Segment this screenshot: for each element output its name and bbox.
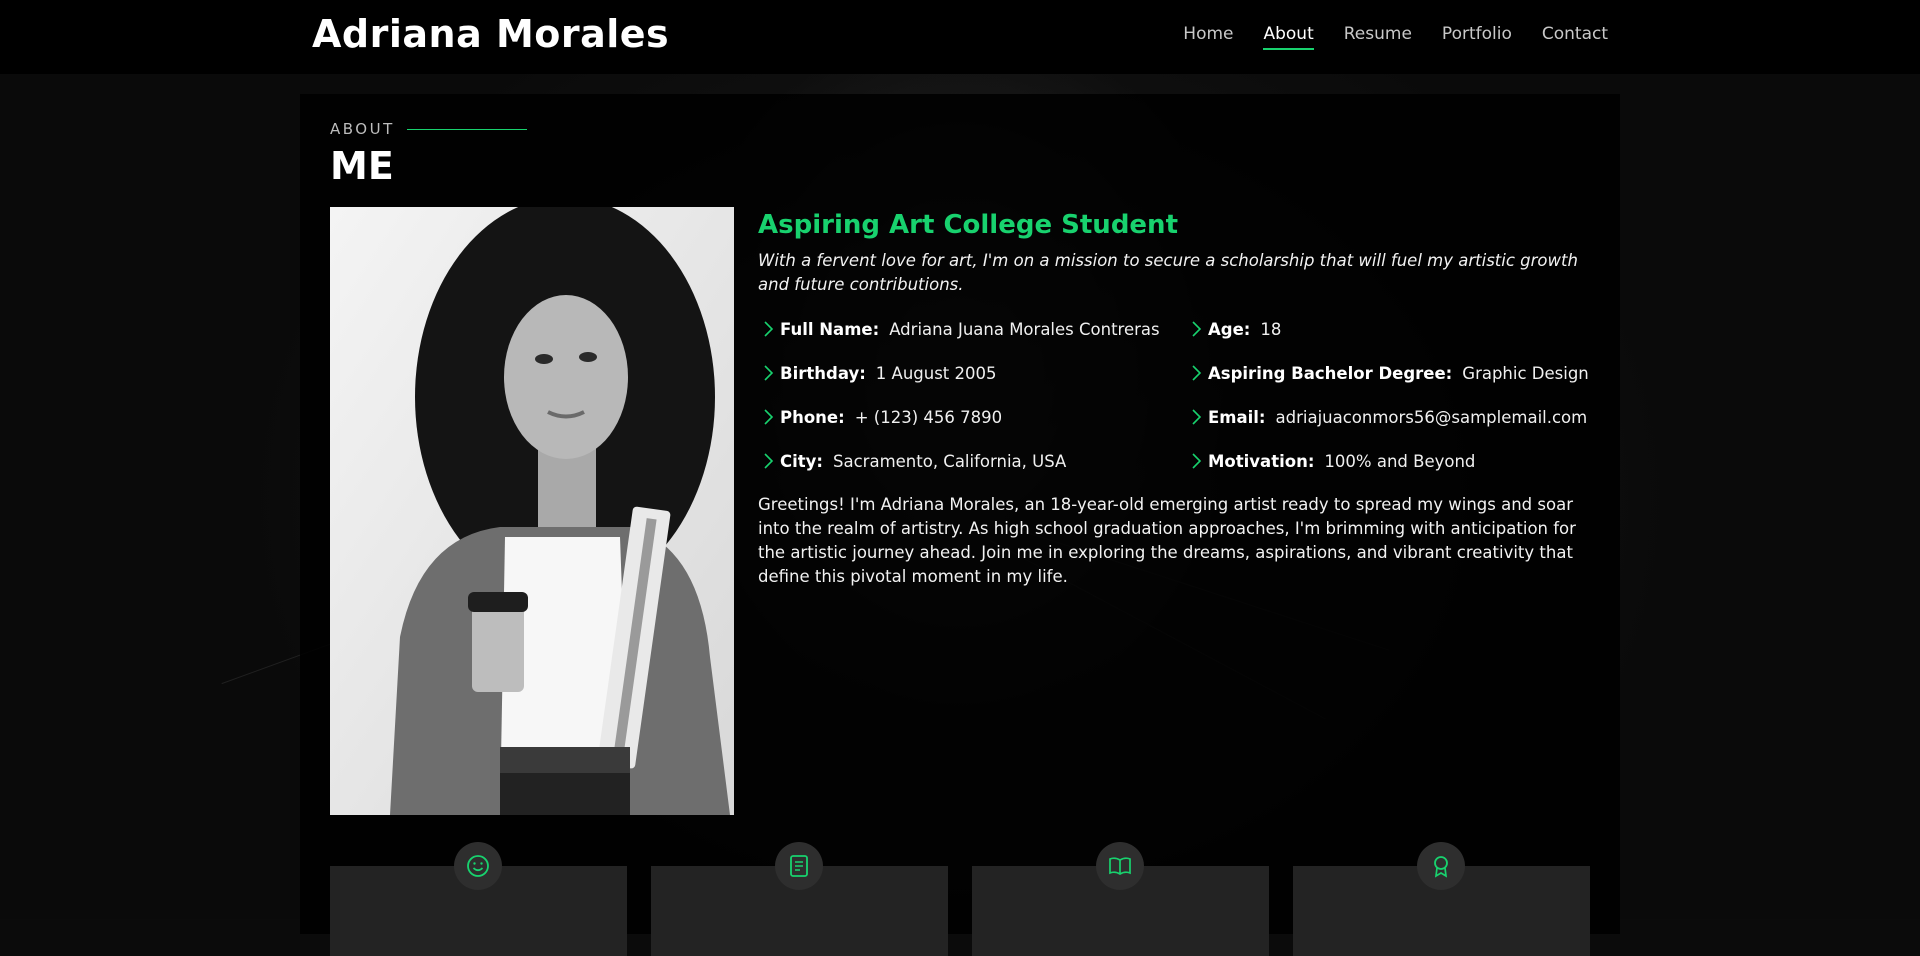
book-icon xyxy=(1096,842,1144,890)
nav-about[interactable]: About xyxy=(1263,24,1315,50)
stat-card xyxy=(972,842,1269,956)
chevron-right-icon xyxy=(764,321,774,337)
fact-motivation: Motivation: 100% and Beyond xyxy=(1186,439,1598,483)
facts-list: Full Name: Adriana Juana Morales Contrera… xyxy=(758,307,1598,483)
site-header: Adriana Morales Home About Resume Portfo… xyxy=(0,0,1920,74)
stats-row xyxy=(330,836,1592,956)
fact-degree: Aspiring Bachelor Degree: Graphic Design xyxy=(1186,351,1598,395)
fact-phone: Phone: + (123) 456 7890 xyxy=(758,395,1186,439)
fact-value: Adriana Juana Morales Contreras xyxy=(889,319,1160,339)
chevron-right-icon xyxy=(764,453,774,469)
chevron-right-icon xyxy=(764,409,774,425)
fact-value: + (123) 456 7890 xyxy=(854,407,1003,427)
fact-label: Aspiring Bachelor Degree: xyxy=(1208,363,1453,383)
main-nav: Home About Resume Portfolio Contact xyxy=(1153,24,1608,50)
section-label: ABOUT xyxy=(330,120,527,138)
fact-label: Full Name: xyxy=(780,319,880,339)
stat-card xyxy=(1293,842,1590,956)
profile-photo xyxy=(330,207,734,815)
fact-label: Age: xyxy=(1208,319,1251,339)
chevron-right-icon xyxy=(1192,453,1202,469)
nav-portfolio[interactable]: Portfolio xyxy=(1442,24,1512,50)
section-label-divider xyxy=(406,128,527,130)
chevron-right-icon xyxy=(1192,321,1202,337)
fact-birthday: Birthday: 1 August 2005 xyxy=(758,351,1186,395)
fact-label: Email: xyxy=(1208,407,1266,427)
stat-card xyxy=(330,842,627,956)
chevron-right-icon xyxy=(1192,365,1202,381)
journal-icon xyxy=(775,842,823,890)
chevron-right-icon xyxy=(1192,409,1202,425)
fact-label: Phone: xyxy=(780,407,845,427)
award-icon xyxy=(1417,842,1465,890)
section-label-text: ABOUT xyxy=(330,120,395,138)
fact-email: Email: adriajuaconmors56@samplemail.com xyxy=(1186,395,1598,439)
nav-resume[interactable]: Resume xyxy=(1344,24,1412,50)
about-intro: With a fervent love for art, I'm on a mi… xyxy=(758,251,1578,294)
section-title: ME xyxy=(330,144,394,188)
site-title[interactable]: Adriana Morales xyxy=(312,12,669,56)
smile-icon xyxy=(454,842,502,890)
fact-full-name: Full Name: Adriana Juana Morales Contrera… xyxy=(758,307,1186,351)
fact-value: Graphic Design xyxy=(1462,363,1589,383)
fact-value: 1 August 2005 xyxy=(875,363,997,383)
fact-age: Age: 18 xyxy=(1186,307,1598,351)
profile-photo-illustration xyxy=(330,207,734,815)
nav-home[interactable]: Home xyxy=(1183,24,1233,50)
fact-label: Motivation: xyxy=(1208,451,1315,471)
about-heading: Aspiring Art College Student xyxy=(758,210,1178,240)
fact-label: City: xyxy=(780,451,824,471)
about-panel: ABOUT ME Aspiring Art College Student Wi… xyxy=(300,94,1620,956)
chevron-right-icon xyxy=(764,365,774,381)
fact-value: Sacramento, California, USA xyxy=(833,451,1067,471)
nav-contact[interactable]: Contact xyxy=(1542,24,1608,50)
fact-value: 18 xyxy=(1260,319,1282,339)
about-bio: Greetings! I'm Adriana Morales, an 18-ye… xyxy=(758,495,1576,586)
fact-value: adriajuaconmors56@samplemail.com xyxy=(1275,407,1588,427)
stat-card xyxy=(651,842,948,956)
fact-label: Birthday: xyxy=(780,363,866,383)
fact-value: 100% and Beyond xyxy=(1324,451,1476,471)
fact-city: City: Sacramento, California, USA xyxy=(758,439,1186,483)
about-content: Aspiring Art College Student With a ferv… xyxy=(758,207,1598,589)
